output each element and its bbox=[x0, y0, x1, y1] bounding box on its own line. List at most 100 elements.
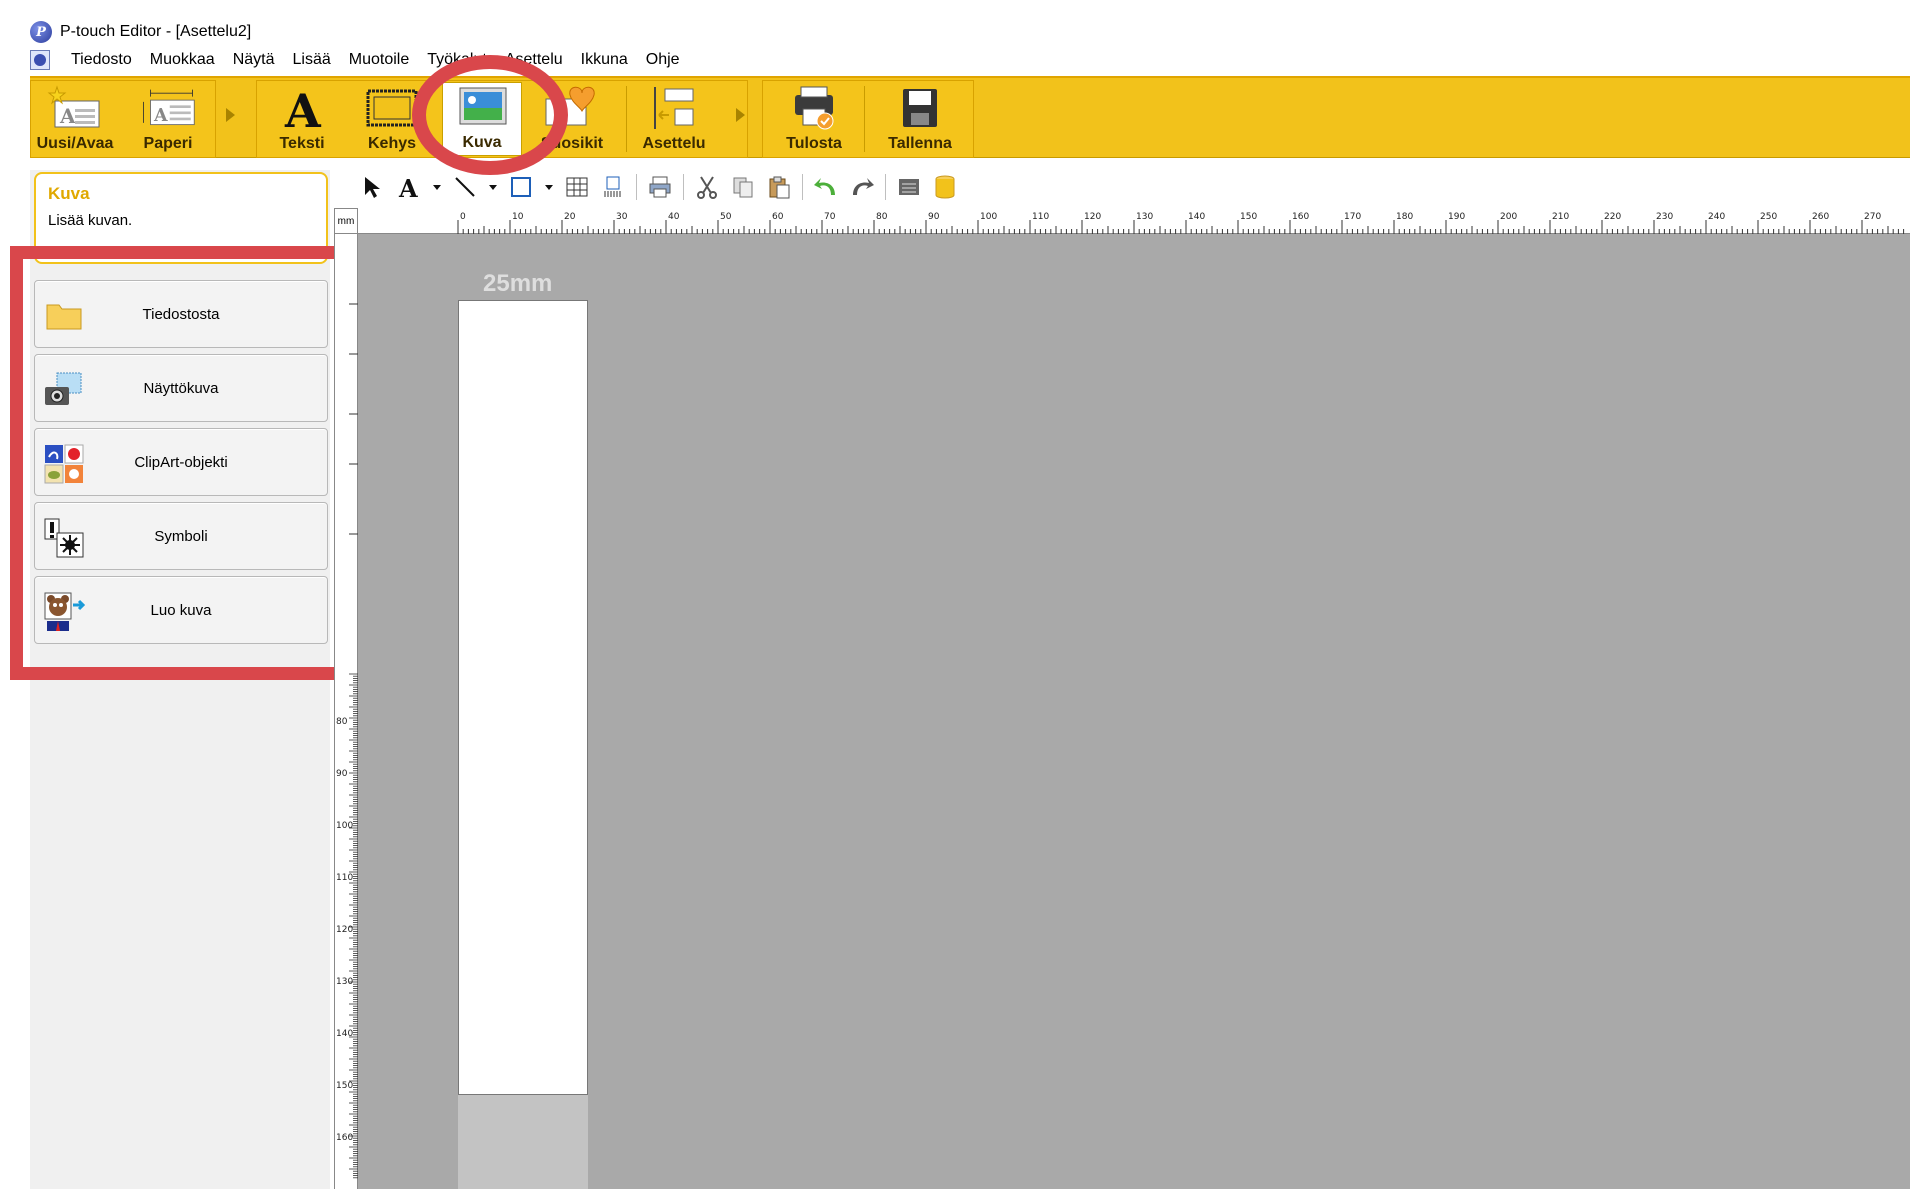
label-tape[interactable] bbox=[458, 300, 588, 1095]
panel-info-box: Kuva Lisää kuvan. bbox=[34, 172, 328, 264]
svg-text:A: A bbox=[398, 175, 418, 199]
line-tool-dropdown-icon[interactable] bbox=[488, 174, 498, 200]
cut-icon[interactable] bbox=[694, 174, 720, 200]
menu-ohje[interactable]: Ohje bbox=[637, 51, 689, 69]
layout-canvas[interactable] bbox=[358, 234, 1910, 1189]
horizontal-ruler: 0 10 20 30 40 50 60 70 80 90 100 110 120 130 140 150 160… bbox=[358, 208, 1910, 234]
svg-text:A: A bbox=[59, 104, 76, 128]
table-tool-icon[interactable] bbox=[564, 174, 590, 200]
ruler-label: 130 bbox=[1136, 212, 1153, 222]
ruler-label: 20 bbox=[564, 212, 576, 222]
text-tool-icon[interactable]: A bbox=[396, 174, 422, 200]
ruler-label: 120 bbox=[1084, 212, 1101, 222]
redo-icon[interactable] bbox=[849, 174, 875, 200]
barcode-tool-icon[interactable] bbox=[600, 174, 626, 200]
symbol-button[interactable]: Symboli bbox=[34, 502, 328, 570]
title-bar: P P-touch Editor - [Asettelu2] bbox=[30, 18, 251, 46]
save-label: Tallenna bbox=[888, 135, 952, 152]
screen-capture-button[interactable]: Näyttökuva bbox=[34, 354, 328, 422]
menu-tyokalut[interactable]: Työkalut bbox=[418, 51, 496, 69]
favorites-button[interactable]: Suosikit bbox=[532, 82, 612, 156]
ruler-label: 160 bbox=[336, 1133, 353, 1143]
svg-text:A: A bbox=[153, 106, 168, 126]
paste-icon[interactable] bbox=[766, 174, 792, 200]
frame-label: Kehys bbox=[367, 135, 417, 152]
layout-label: Asettelu bbox=[642, 135, 706, 152]
print-preview-icon[interactable] bbox=[647, 174, 673, 200]
rectangle-tool-icon[interactable] bbox=[508, 174, 534, 200]
edit-toolbar: A bbox=[360, 170, 958, 204]
frame-icon bbox=[364, 85, 420, 131]
layout-icon bbox=[646, 85, 702, 131]
from-file-button[interactable]: Tiedostosta bbox=[34, 280, 328, 348]
menu-nayta[interactable]: Näytä bbox=[224, 51, 284, 69]
ribbon-toolbar: A Uusi/Avaa A Paperi A Teksti Kehys Kuva… bbox=[30, 76, 1910, 158]
label-width-indicator: 25mm bbox=[483, 270, 553, 297]
ruler-label: 230 bbox=[1656, 212, 1673, 222]
ruler-label: 50 bbox=[720, 212, 732, 222]
ruler-label: 120 bbox=[336, 925, 353, 935]
ruler-label: 170 bbox=[1344, 212, 1361, 222]
symbol-icon bbox=[43, 517, 85, 559]
panel-description: Lisää kuvan. bbox=[48, 212, 133, 229]
text-label: Teksti bbox=[279, 135, 325, 152]
ruler-label: 90 bbox=[928, 212, 940, 222]
ruler-label: 100 bbox=[980, 212, 997, 222]
menu-lisaa[interactable]: Lisää bbox=[284, 51, 340, 69]
ruler-unit: mm bbox=[334, 208, 358, 234]
clipart-icon bbox=[43, 443, 85, 485]
p-touch-editor-window: P P-touch Editor - [Asettelu2] Tiedosto … bbox=[0, 0, 1910, 1189]
new-open-button[interactable]: A Uusi/Avaa bbox=[30, 82, 120, 156]
ruler-label: 260 bbox=[1812, 212, 1829, 222]
menu-bar: Tiedosto Muokkaa Näytä Lisää Muotoile Ty… bbox=[30, 46, 689, 74]
text-button[interactable]: A Teksti bbox=[262, 82, 342, 156]
clipart-button[interactable]: ClipArt-objekti bbox=[34, 428, 328, 496]
ribbon-expand-arrow-1[interactable] bbox=[226, 108, 235, 122]
ruler-label: 240 bbox=[1708, 212, 1725, 222]
line-tool-icon[interactable] bbox=[452, 174, 478, 200]
ruler-label: 60 bbox=[772, 212, 784, 222]
ruler-label: 80 bbox=[336, 717, 348, 727]
print-button[interactable]: Tulosta bbox=[766, 82, 862, 156]
menu-tiedosto[interactable]: Tiedosto bbox=[62, 51, 141, 69]
database-icon[interactable] bbox=[932, 174, 958, 200]
ruler-label: 250 bbox=[1760, 212, 1777, 222]
frame-button[interactable]: Kehys bbox=[352, 82, 432, 156]
text-tool-dropdown-icon[interactable] bbox=[432, 174, 442, 200]
menu-ikkuna[interactable]: Ikkuna bbox=[572, 51, 637, 69]
copy-icon[interactable] bbox=[730, 174, 756, 200]
image-source-buttons: Tiedostosta Näyttökuva ClipArt-objekti S… bbox=[34, 280, 328, 650]
ruler-label: 180 bbox=[1396, 212, 1413, 222]
ruler-label: 100 bbox=[336, 821, 353, 831]
save-button[interactable]: Tallenna bbox=[872, 82, 968, 156]
ruler-label: 0 bbox=[460, 212, 466, 222]
ruler-label: 30 bbox=[616, 212, 628, 222]
paper-icon: A bbox=[140, 85, 196, 131]
toolbar-separator bbox=[683, 174, 684, 200]
image-button[interactable]: Kuva bbox=[442, 82, 522, 156]
menu-muotoile[interactable]: Muotoile bbox=[340, 51, 418, 69]
ribbon-expand-arrow-2[interactable] bbox=[736, 108, 745, 122]
document-icon[interactable] bbox=[30, 50, 50, 70]
ruler-label: 190 bbox=[1448, 212, 1465, 222]
vertical-ruler-ticks: 80 90 100 110 120 130 140 150 160 bbox=[336, 303, 359, 1179]
svg-text:A: A bbox=[284, 85, 322, 131]
ribbon-separator bbox=[626, 86, 627, 152]
rectangle-tool-dropdown-icon[interactable] bbox=[544, 174, 554, 200]
save-disk-icon bbox=[892, 85, 948, 131]
ruler-label: 140 bbox=[1188, 212, 1205, 222]
printer-icon bbox=[786, 85, 842, 131]
menu-muokkaa[interactable]: Muokkaa bbox=[141, 51, 224, 69]
new-open-label: Uusi/Avaa bbox=[36, 135, 114, 152]
label-tape-continuation bbox=[458, 1095, 588, 1189]
ruler-label: 270 bbox=[1864, 212, 1881, 222]
select-arrow-icon[interactable] bbox=[360, 174, 386, 200]
undo-icon[interactable] bbox=[813, 174, 839, 200]
properties-icon[interactable] bbox=[896, 174, 922, 200]
menu-asettelu[interactable]: Asettelu bbox=[496, 51, 572, 69]
layout-button[interactable]: Asettelu bbox=[634, 82, 714, 156]
make-image-button[interactable]: Luo kuva bbox=[34, 576, 328, 644]
paper-button[interactable]: A Paperi bbox=[128, 82, 208, 156]
ruler-label: 160 bbox=[1292, 212, 1309, 222]
ruler-label: 210 bbox=[1552, 212, 1569, 222]
